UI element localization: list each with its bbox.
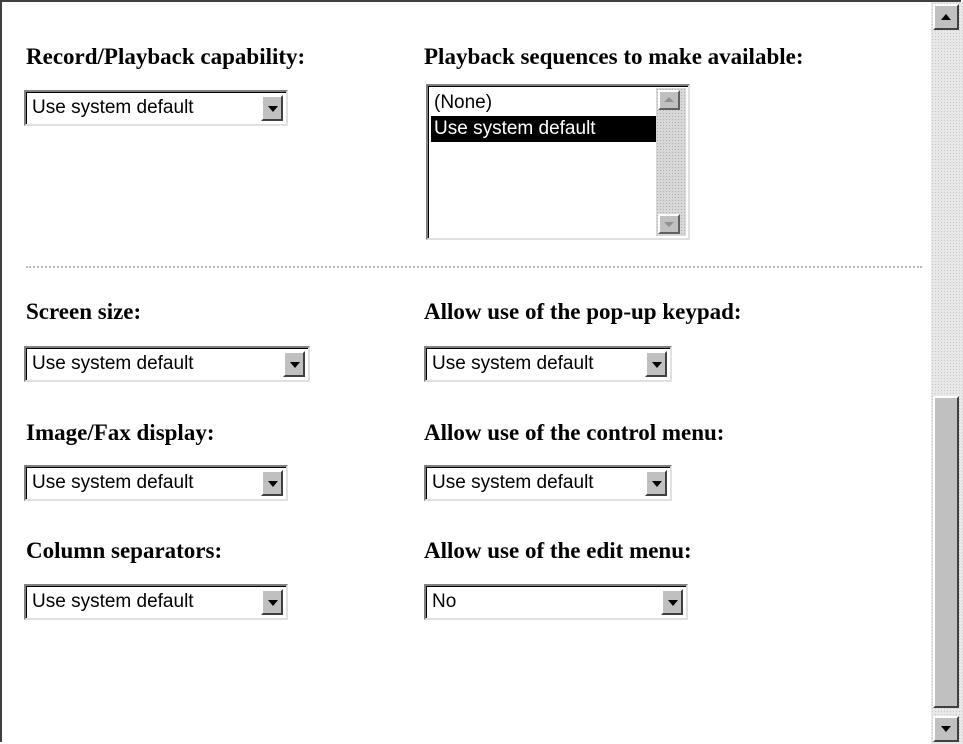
scroll-down-icon[interactable] [658,214,680,234]
chevron-down-icon[interactable] [283,351,305,377]
popup-keypad-label: Allow use of the pop-up keypad: [424,299,742,324]
chevron-down-icon[interactable] [261,589,283,615]
edit-menu-label: Allow use of the edit menu: [424,538,692,563]
scroll-down-icon[interactable] [933,716,959,742]
scroll-up-icon[interactable] [933,4,959,30]
playback-sequences-label: Playback sequences to make available: [424,44,804,69]
record-playback-select[interactable]: Use system default [24,90,288,126]
chevron-down-icon[interactable] [645,351,667,377]
control-menu-select[interactable]: Use system default [424,465,672,501]
image-fax-label: Image/Fax display: [26,420,215,445]
chevron-down-icon[interactable] [661,589,683,615]
screen-size-select[interactable]: Use system default [24,346,310,382]
chevron-down-icon[interactable] [261,95,283,121]
chevron-down-icon[interactable] [645,470,667,496]
scrollbar-thumb[interactable] [933,396,959,708]
control-menu-label: Allow use of the control menu: [424,420,725,445]
image-fax-value: Use system default [32,472,194,493]
chevron-down-icon[interactable] [261,470,283,496]
screen-size-value: Use system default [32,353,194,374]
edit-menu-select[interactable]: No [424,584,688,620]
section-divider [26,266,922,268]
screen-size-label: Screen size: [26,299,142,324]
control-menu-value: Use system default [432,472,594,493]
column-separators-select[interactable]: Use system default [24,584,288,620]
playback-sequences-listbox[interactable]: (None) Use system default [426,84,690,240]
listbox-scrollbar[interactable] [656,88,686,236]
record-playback-value: Use system default [32,97,194,118]
popup-keypad-select[interactable]: Use system default [424,346,672,382]
column-separators-label: Column separators: [26,538,223,563]
scroll-up-icon[interactable] [658,90,680,110]
listbox-option-system-default[interactable]: Use system default [431,116,656,142]
record-playback-label: Record/Playback capability: [26,44,306,69]
column-separators-value: Use system default [32,591,194,612]
page-scrollbar[interactable] [931,2,963,744]
edit-menu-value: No [432,591,457,612]
listbox-option-none[interactable]: (None) [431,90,492,116]
popup-keypad-value: Use system default [432,353,594,374]
image-fax-select[interactable]: Use system default [24,465,288,501]
settings-panel: Record/Playback capability: Use system d… [2,2,930,742]
